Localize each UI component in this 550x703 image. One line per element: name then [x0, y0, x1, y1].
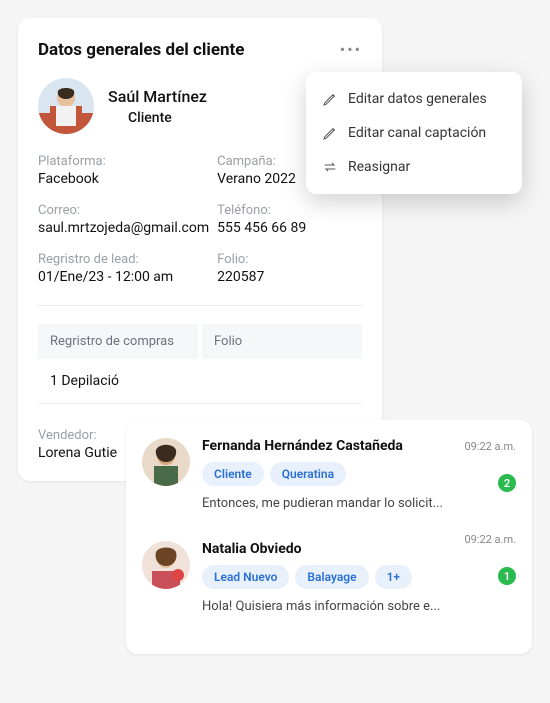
avatar [142, 541, 190, 589]
status-row: Cliente [108, 110, 207, 126]
more-button[interactable]: ••• [340, 40, 362, 59]
conversation-item[interactable]: Natalia Obviedo Lead Nuevo Balayage 1+ H… [142, 531, 516, 634]
value-phone: 555 456 66 89 [217, 220, 362, 236]
pencil-icon [322, 125, 338, 141]
tag-more[interactable]: 1+ [375, 565, 412, 589]
avatar [142, 438, 190, 486]
client-name: Saúl Martínez [108, 87, 207, 106]
tag[interactable]: Queratina [270, 462, 346, 486]
field-phone: Teléfono: 555 456 66 89 [217, 203, 362, 236]
label-platform: Plataforma: [38, 154, 209, 169]
table-row[interactable]: 1 Depilació [38, 359, 362, 404]
client-identity: Saúl Martínez Cliente [108, 87, 207, 126]
label-folio: Folio: [217, 252, 362, 267]
menu-label: Editar canal captación [348, 125, 486, 141]
tag[interactable]: Balayage [295, 565, 368, 589]
divider [38, 305, 362, 306]
cell-folio [200, 373, 350, 389]
status-indicator-icon [108, 111, 122, 125]
menu-item-reassign[interactable]: Reasignar [306, 150, 522, 184]
menu-item-edit-general[interactable]: Editar datos generales [306, 82, 522, 116]
value-folio: 220587 [217, 269, 362, 285]
unread-badge: 1 [498, 567, 516, 585]
tag-list: Cliente Queratina [202, 462, 516, 486]
value-platform: Facebook [38, 171, 209, 187]
swap-icon [322, 159, 338, 175]
purchases-table-header: Regristro de compras Folio [38, 324, 362, 359]
unread-badge: 2 [498, 474, 516, 492]
tag[interactable]: Lead Nuevo [202, 565, 289, 589]
conversation-item[interactable]: Fernanda Hernández Castañeda Cliente Que… [142, 438, 516, 531]
menu-item-edit-channel[interactable]: Editar canal captación [306, 116, 522, 150]
field-folio: Folio: 220587 [217, 252, 362, 285]
value-lead: 01/Ene/23 - 12:00 am [38, 269, 209, 285]
timestamp: 09:22 a.m. [464, 533, 516, 546]
col-folio: Folio [202, 324, 362, 359]
card-title: Datos generales del cliente [38, 40, 362, 60]
timestamp: 09:22 a.m. [464, 440, 516, 453]
pencil-icon [322, 91, 338, 107]
label-phone: Teléfono: [217, 203, 362, 218]
field-platform: Plataforma: Facebook [38, 154, 209, 187]
message-preview: Entonces, me pudieran mandar lo solicit.… [202, 496, 516, 511]
message-preview: Hola! Quisiera más información sobre e..… [202, 599, 516, 614]
avatar [38, 78, 94, 134]
conversation-content: Natalia Obviedo Lead Nuevo Balayage 1+ H… [202, 541, 516, 614]
field-email: Correo: saul.mrtzojeda@gmail.com [38, 203, 209, 236]
label-lead: Regristro de lead: [38, 252, 209, 267]
value-email: saul.mrtzojeda@gmail.com [38, 220, 209, 236]
context-menu: Editar datos generales Editar canal capt… [306, 72, 522, 194]
label-email: Correo: [38, 203, 209, 218]
conversations-card: Fernanda Hernández Castañeda Cliente Que… [126, 420, 532, 654]
field-lead: Regristro de lead: 01/Ene/23 - 12:00 am [38, 252, 209, 285]
menu-label: Reasignar [348, 159, 410, 175]
status-label: Cliente [128, 110, 172, 126]
col-purchases: Regristro de compras [38, 324, 198, 359]
menu-label: Editar datos generales [348, 91, 487, 107]
tag[interactable]: Cliente [202, 462, 264, 486]
cell-purchase: 1 Depilació [50, 373, 200, 389]
tag-list: Lead Nuevo Balayage 1+ [202, 565, 516, 589]
